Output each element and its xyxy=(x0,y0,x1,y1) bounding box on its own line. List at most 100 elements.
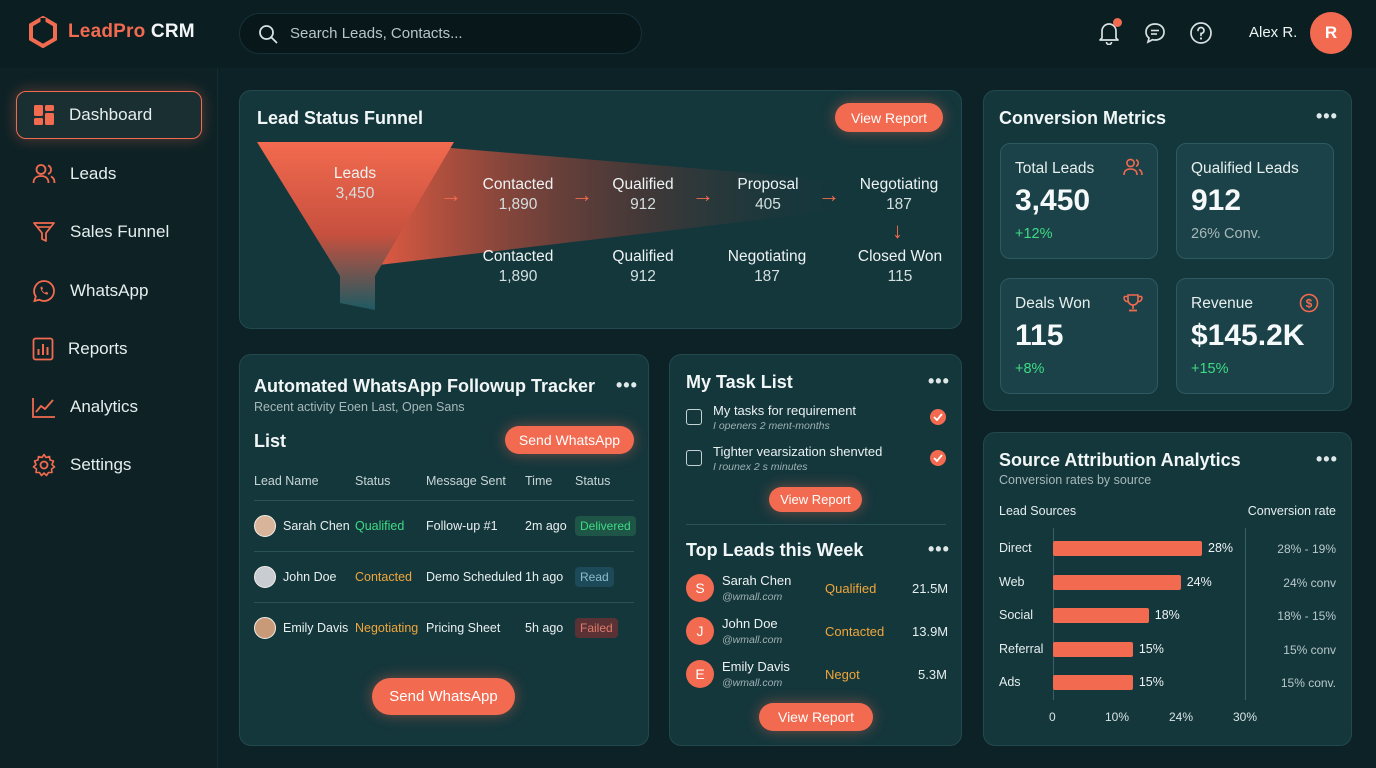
metric-value: $145.2K xyxy=(1191,319,1305,352)
lead-amount: 13.9M xyxy=(912,624,949,639)
metric-total-leads[interactable]: Total Leads 3,450 +12% xyxy=(1000,143,1158,259)
metrics-title: Conversion Metrics xyxy=(999,108,1167,128)
more-options-icon[interactable]: ••• xyxy=(928,372,950,390)
sidebar-item-label: WhatsApp xyxy=(70,281,149,300)
user-avatar[interactable]: R xyxy=(1310,12,1352,54)
dollar-icon: $ xyxy=(1299,293,1319,313)
funnel-stage: Proposal 405 xyxy=(718,175,818,215)
divider xyxy=(254,602,634,603)
sidebar-item-label: Dashboard xyxy=(69,105,153,124)
divider xyxy=(686,524,946,525)
send-whatsapp-button[interactable]: Send WhatsApp xyxy=(505,426,634,454)
bar-value-label: 24% xyxy=(1186,574,1212,589)
sidebar-item-settings[interactable]: Settings xyxy=(16,441,202,489)
avatar xyxy=(254,515,276,537)
arrow-right-icon: → xyxy=(818,182,840,207)
status-badge: Delivered xyxy=(575,516,636,536)
bar-value-label: 15% xyxy=(1138,675,1164,689)
time: 1h ago xyxy=(525,570,564,584)
task-checkbox[interactable] xyxy=(686,450,702,466)
conversion-rate-value: 24% conv xyxy=(1283,575,1336,590)
chart-bar[interactable] xyxy=(1053,641,1133,657)
list-heading: List xyxy=(254,431,287,451)
chart-bar[interactable] xyxy=(1053,675,1133,690)
column-header[interactable]: Lead Name xyxy=(254,474,319,488)
conversion-rate-value: 15% conv. xyxy=(1280,676,1336,690)
stage-label: Qualified xyxy=(612,248,674,265)
top-bar: LeadPro CRM Alex R. R xyxy=(0,0,1376,68)
lead-status: Qualified xyxy=(355,519,405,533)
conversion-rate-value: 15% conv xyxy=(1283,642,1336,657)
metric-label: Revenue xyxy=(1191,295,1254,312)
chart-gridline xyxy=(1245,528,1246,700)
help-button[interactable] xyxy=(1188,20,1214,46)
metric-delta: +12% xyxy=(1015,226,1053,242)
category-label: Referral xyxy=(999,641,1044,656)
funnel-stage: Qualified 912 xyxy=(593,247,693,287)
stage-value: 115 xyxy=(887,268,913,285)
lead-email: @wmall.com xyxy=(722,591,783,603)
sidebar-item-dashboard[interactable]: Dashboard xyxy=(16,91,202,139)
time: 5h ago xyxy=(525,621,564,635)
metric-value: 912 xyxy=(1191,184,1242,217)
reports-icon xyxy=(32,337,54,361)
sidebar-item-sales-funnel[interactable]: Sales Funnel xyxy=(16,208,202,256)
lead-status: Negotiating xyxy=(355,621,419,635)
source-attribution-subtitle: Conversion rates by source xyxy=(999,473,1152,487)
sidebar-item-analytics[interactable]: Analytics xyxy=(16,383,202,431)
metric-qualified-leads[interactable]: Qualified Leads 912 26% Conv. xyxy=(1176,143,1334,259)
time: 2m ago xyxy=(525,519,567,533)
funnel-stage-leads: Leads 3,450 xyxy=(305,164,405,204)
search-input[interactable] xyxy=(290,25,610,42)
top-leads-view-report-button[interactable]: View Report xyxy=(759,703,873,731)
sidebar-item-reports[interactable]: Reports xyxy=(16,325,202,373)
user-name[interactable]: Alex R. xyxy=(1249,24,1297,41)
metric-label: Qualified Leads xyxy=(1191,160,1299,177)
conversion-rate-value: 28% - 19% xyxy=(1277,542,1336,556)
avatar: E xyxy=(686,660,714,688)
check-icon[interactable] xyxy=(930,450,946,466)
metric-value: 3,450 xyxy=(1015,184,1091,217)
users-icon xyxy=(1123,158,1143,176)
svg-text:$: $ xyxy=(1306,297,1313,311)
column-header[interactable]: Status xyxy=(575,474,610,488)
lead-name: Sarah Chen xyxy=(722,573,792,588)
task-view-report-button[interactable]: View Report xyxy=(769,487,862,512)
funnel-stage: Contacted 1,890 xyxy=(468,247,568,287)
search-bar[interactable] xyxy=(239,13,642,54)
sidebar-item-leads[interactable]: Leads xyxy=(16,150,202,198)
axis-tick-label: 10% xyxy=(1105,710,1130,724)
stage-label: Leads xyxy=(333,165,377,182)
task-subtitle: I rounex 2 s minutes xyxy=(713,461,808,473)
notifications-button[interactable] xyxy=(1096,18,1122,46)
more-options-icon[interactable]: ••• xyxy=(616,376,638,394)
more-options-icon[interactable]: ••• xyxy=(1316,107,1338,125)
divider xyxy=(254,500,634,501)
metric-label: Total Leads xyxy=(1015,160,1095,177)
column-header[interactable]: Message Sent xyxy=(426,474,506,488)
task-title: My tasks for requirement xyxy=(713,403,857,418)
messages-button[interactable] xyxy=(1142,20,1168,46)
metric-revenue[interactable]: Revenue $145.2K +15% $ xyxy=(1176,278,1334,394)
chart-bar[interactable] xyxy=(1053,541,1202,556)
check-icon[interactable] xyxy=(930,409,946,425)
avatar xyxy=(254,566,276,588)
column-header[interactable]: Status xyxy=(355,474,390,488)
chart-bar[interactable] xyxy=(1053,608,1149,623)
app-logo[interactable]: LeadPro CRM xyxy=(28,16,195,48)
stage-value: 187 xyxy=(886,196,912,213)
chart-bar[interactable] xyxy=(1053,574,1181,590)
send-whatsapp-bottom-button[interactable]: Send WhatsApp xyxy=(372,678,515,715)
stage-value: 912 xyxy=(630,196,656,213)
dashboard-icon xyxy=(34,105,54,125)
stage-label: Proposal xyxy=(737,176,799,193)
settings-icon xyxy=(32,453,56,477)
divider xyxy=(254,551,634,552)
lead-status: Contacted xyxy=(355,570,412,584)
more-options-icon[interactable]: ••• xyxy=(1316,450,1338,468)
more-options-icon[interactable]: ••• xyxy=(928,540,950,558)
column-header[interactable]: Time xyxy=(525,474,552,488)
task-checkbox[interactable] xyxy=(686,409,702,425)
metric-deals-won[interactable]: Deals Won 115 +8% xyxy=(1000,278,1158,394)
sidebar-item-whatsapp[interactable]: WhatsApp xyxy=(16,267,202,315)
